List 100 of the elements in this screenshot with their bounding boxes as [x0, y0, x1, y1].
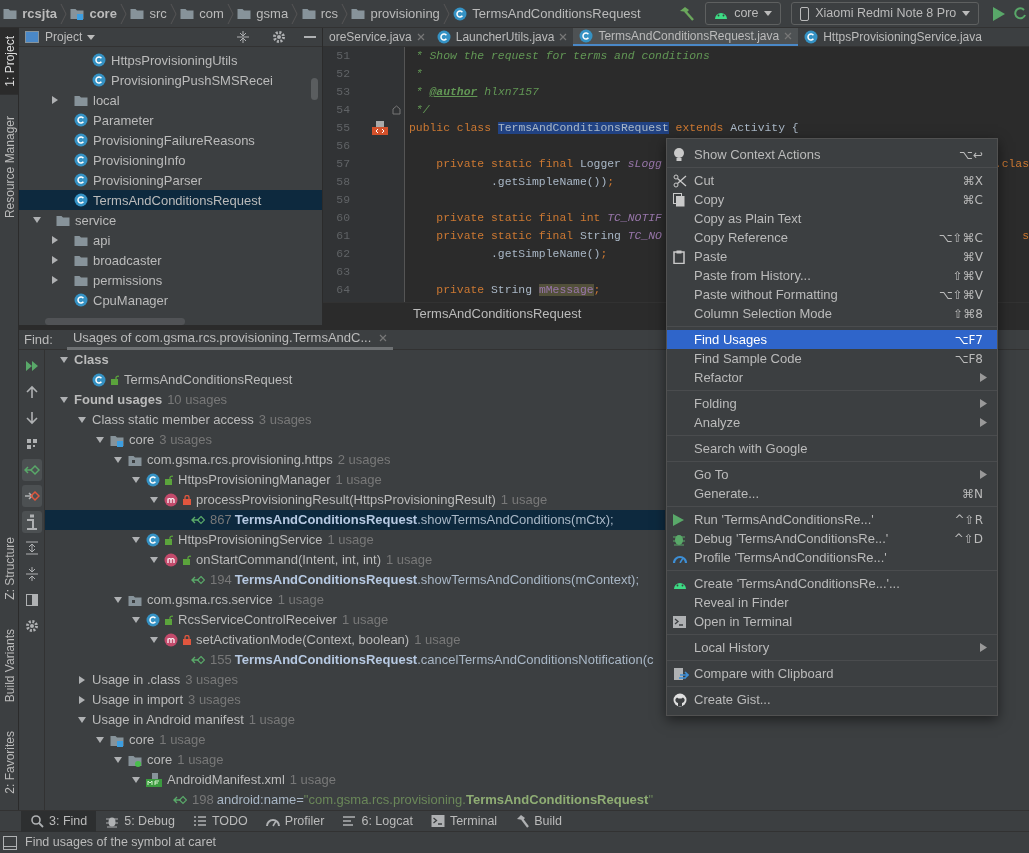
tree-row[interactable]: Usage in import 3 usages: [45, 690, 665, 710]
menu-item[interactable]: Copy Reference ⌥⇧⌘C: [667, 228, 997, 247]
collapse-arrow-icon[interactable]: [59, 395, 69, 405]
expand-arrow-icon[interactable]: [50, 275, 60, 286]
menu-item[interactable]: Create Gist...: [667, 690, 997, 709]
tree-row[interactable]: onStartCommand(Intent, int, int) 1 usage: [45, 550, 665, 570]
collapse-arrow-icon[interactable]: [95, 435, 105, 445]
tree-row[interactable]: ProvisioningInfo: [19, 150, 322, 171]
menu-item[interactable]: Compare with Clipboard: [667, 664, 997, 683]
code-usage[interactable]: TermsAndConditionsRequest.cancelTermsAndConditionsNotification(c: [234, 650, 654, 670]
tree-row[interactable]: core 1 usage: [45, 730, 665, 750]
menu-item[interactable]: Refactor: [667, 368, 997, 387]
tree-row[interactable]: 194 TermsAndConditionsRequest.showTermsAndConditions(mContext);: [45, 570, 665, 590]
tree-row[interactable]: HttpsProvisioningUtils: [19, 50, 322, 71]
tool-window-tab[interactable]: Terminal: [421, 810, 507, 832]
menu-item[interactable]: Search with Google: [667, 439, 997, 458]
run-icon[interactable]: [992, 6, 1005, 21]
menu-item[interactable]: Profile 'TermsAndConditionsRe...': [667, 548, 997, 567]
collapse-arrow-icon[interactable]: [131, 775, 141, 785]
minimize-icon[interactable]: [304, 35, 316, 39]
fold-marker-icon[interactable]: [392, 105, 401, 115]
settings-icon[interactable]: [272, 30, 286, 44]
menu-item[interactable]: Find Usages ⌥F7: [667, 330, 997, 349]
menu-item[interactable]: Column Selection Mode ⇧⌘8: [667, 304, 997, 323]
collapse-arrow-icon[interactable]: [149, 635, 159, 645]
tree-row[interactable]: api: [19, 230, 322, 251]
collapse-arrow-icon[interactable]: [113, 455, 123, 465]
collapse-arrow-icon[interactable]: [131, 475, 141, 485]
breadcrumb-item[interactable]: TermsAndConditionsRequest: [453, 3, 641, 24]
tree-row[interactable]: Usage in Android manifest 1 usage: [45, 710, 665, 730]
expand-arrow-icon[interactable]: [77, 675, 87, 685]
tool-window-tab[interactable]: Z: Structure: [0, 529, 19, 609]
menu-item[interactable]: Reveal in Finder: [667, 593, 997, 612]
collapse-arrow-icon[interactable]: [77, 415, 87, 425]
tool-window-tab[interactable]: TODO: [183, 810, 257, 832]
tree-row[interactable]: 867 TermsAndConditionsRequest.showTermsAndConditions(mCtx);: [45, 510, 665, 530]
tool-window-tab[interactable]: 5: Debug: [96, 810, 184, 832]
breadcrumb-item[interactable]: rcsjta: [3, 3, 57, 24]
collapse-all-icon[interactable]: [236, 30, 250, 44]
menu-item[interactable]: Go To: [667, 465, 997, 484]
tree-row[interactable]: ProvisioningFailureReasons: [19, 130, 322, 151]
tool-window-tab[interactable]: 1: Project: [0, 28, 19, 95]
menu-item[interactable]: Open in Terminal: [667, 612, 997, 631]
tree-row[interactable]: HttpsProvisioningService 1 usage: [45, 530, 665, 550]
code-usage[interactable]: TermsAndConditionsRequest.showTermsAndConditions(mContext);: [234, 570, 639, 590]
run-config-dropdown[interactable]: core: [705, 2, 782, 25]
menu-item[interactable]: Create 'TermsAndConditionsRe...'...: [667, 574, 997, 593]
code-usage[interactable]: android:name="com.gsma.rcs.provisioning.TermsAndConditionsRequest": [216, 790, 654, 810]
menu-item[interactable]: Find Sample Code ⌥F8: [667, 349, 997, 368]
editor-tab[interactable]: oreService.java: [323, 28, 431, 46]
tool-window-tab[interactable]: Build Variants: [0, 621, 19, 711]
breadcrumb-item[interactable]: com: [180, 3, 224, 24]
expand-arrow-icon[interactable]: [50, 235, 60, 246]
breadcrumb-item[interactable]: provisioning: [351, 3, 440, 24]
tool-window-tab[interactable]: 3: Find: [21, 810, 97, 832]
collapse-arrow-icon[interactable]: [95, 735, 105, 745]
collapse-arrow-icon[interactable]: [149, 555, 159, 565]
tree-row[interactable]: broadcaster: [19, 250, 322, 271]
collapse-arrow-icon[interactable]: [77, 715, 87, 725]
menu-item[interactable]: Run 'TermsAndConditionsRe...' ^⇧R: [667, 510, 997, 529]
device-dropdown[interactable]: Xiaomi Redmi Note 8 Pro: [791, 2, 980, 25]
tree-row[interactable]: 198 android:name="com.gsma.rcs.provisioning.TermsAndConditionsRequest": [45, 790, 665, 810]
breadcrumb-item[interactable]: gsma: [237, 3, 289, 24]
breadcrumb-item[interactable]: src: [130, 3, 167, 24]
expand-arrow-icon[interactable]: [50, 255, 60, 266]
find-tab[interactable]: Usages of com.gsma.rcs.provisioning.TermsAndC...: [66, 329, 394, 350]
tree-row[interactable]: processProvisioningResult(HttpsProvisioningResult) 1 usage: [45, 490, 665, 510]
tree-row[interactable]: CpuManager: [19, 290, 322, 311]
apply-changes-icon[interactable]: [1013, 6, 1026, 21]
tree-row[interactable]: service: [19, 210, 322, 231]
scrollbar-thumb[interactable]: [45, 318, 185, 325]
expand-arrow-icon[interactable]: [77, 695, 87, 705]
editor-breadcrumb[interactable]: TermsAndConditionsRequest: [413, 304, 582, 324]
menu-item[interactable]: Paste without Formatting ⌥⇧⌘V: [667, 285, 997, 304]
tree-row[interactable]: Found usages 10 usages: [45, 390, 665, 410]
tree-row[interactable]: Usage in .class 3 usages: [45, 670, 665, 690]
tree-row[interactable]: core 1 usage: [45, 750, 665, 770]
menu-item[interactable]: Paste ⌘V: [667, 247, 997, 266]
tree-row[interactable]: Class static member access 3 usages: [45, 410, 665, 430]
menu-item[interactable]: Folding: [667, 394, 997, 413]
collapse-arrow-icon[interactable]: [113, 595, 123, 605]
tree-row[interactable]: Parameter: [19, 110, 322, 131]
scrollbar-thumb[interactable]: [311, 78, 318, 100]
tool-window-tab[interactable]: Profiler: [256, 810, 334, 832]
tool-window-tab[interactable]: Build: [506, 810, 571, 832]
code-usage[interactable]: TermsAndConditionsRequest.showTermsAndConditions(mCtx);: [234, 510, 614, 530]
collapse-arrow-icon[interactable]: [149, 495, 159, 505]
menu-item[interactable]: Copy ⌘C: [667, 190, 997, 209]
project-view-dropdown[interactable]: Project: [45, 28, 96, 46]
tool-window-tab[interactable]: 2: Favorites: [0, 723, 19, 802]
tree-row[interactable]: local: [19, 90, 322, 111]
tool-window-tab[interactable]: 6: Logcat: [333, 810, 422, 832]
breadcrumb-item[interactable]: core: [70, 3, 117, 24]
editor-tab[interactable]: HttpsProvisioningService.java: [798, 28, 988, 46]
menu-item[interactable]: Analyze: [667, 413, 997, 432]
tree-row[interactable]: 155 TermsAndConditionsRequest.cancelTermsAndConditionsNotification(c: [45, 650, 665, 670]
menu-item[interactable]: Copy as Plain Text: [667, 209, 997, 228]
menu-item[interactable]: Show Context Actions ⌥↩: [667, 145, 997, 164]
menu-item[interactable]: Debug 'TermsAndConditionsRe...' ^⇧D: [667, 529, 997, 548]
tree-row[interactable]: permissions: [19, 270, 322, 291]
